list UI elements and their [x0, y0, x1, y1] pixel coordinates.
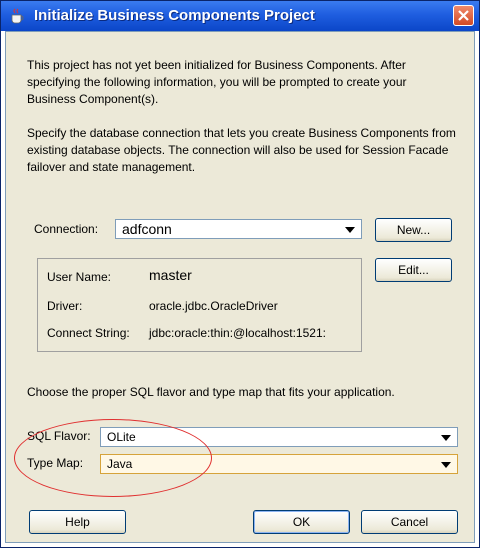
ok-button[interactable]: OK: [253, 510, 350, 534]
driver-label: Driver:: [47, 299, 83, 313]
user-name-value: master: [149, 267, 192, 283]
driver-value: oracle.jdbc.OracleDriver: [149, 299, 278, 313]
close-icon: [458, 10, 469, 21]
intro-paragraph-2: Specify the database connection that let…: [27, 126, 456, 174]
help-button[interactable]: Help: [29, 510, 126, 534]
dialog-body: This project has not yet been initialize…: [5, 31, 475, 543]
intro-paragraph-1: This project has not yet been initialize…: [27, 58, 407, 106]
dialog-window: Initialize Business Components Project T…: [0, 0, 480, 548]
connection-label: Connection:: [34, 222, 99, 236]
connect-string-label: Connect String:: [47, 326, 130, 340]
chevron-down-icon: [441, 462, 451, 468]
chevron-down-icon: [441, 435, 451, 441]
user-name-label: User Name:: [47, 270, 112, 284]
connection-combo[interactable]: adfconn: [115, 219, 362, 239]
connection-info-panel: User Name: master Driver: oracle.jdbc.Or…: [37, 258, 362, 352]
title-bar[interactable]: Initialize Business Components Project: [1, 1, 479, 31]
cancel-button[interactable]: Cancel: [361, 510, 458, 534]
connection-value: adfconn: [122, 221, 172, 237]
sql-instruction: Choose the proper SQL flavor and type ma…: [27, 385, 395, 399]
connect-string-value: jdbc:oracle:thin:@localhost:1521:: [149, 326, 326, 340]
coffee-cup-icon: [9, 8, 27, 24]
window-title: Initialize Business Components Project: [34, 7, 315, 24]
edit-connection-button[interactable]: Edit...: [375, 258, 452, 282]
new-connection-button[interactable]: New...: [375, 218, 452, 242]
highlight-oval: [14, 419, 212, 497]
close-button[interactable]: [453, 5, 474, 26]
chevron-down-icon: [345, 227, 355, 233]
